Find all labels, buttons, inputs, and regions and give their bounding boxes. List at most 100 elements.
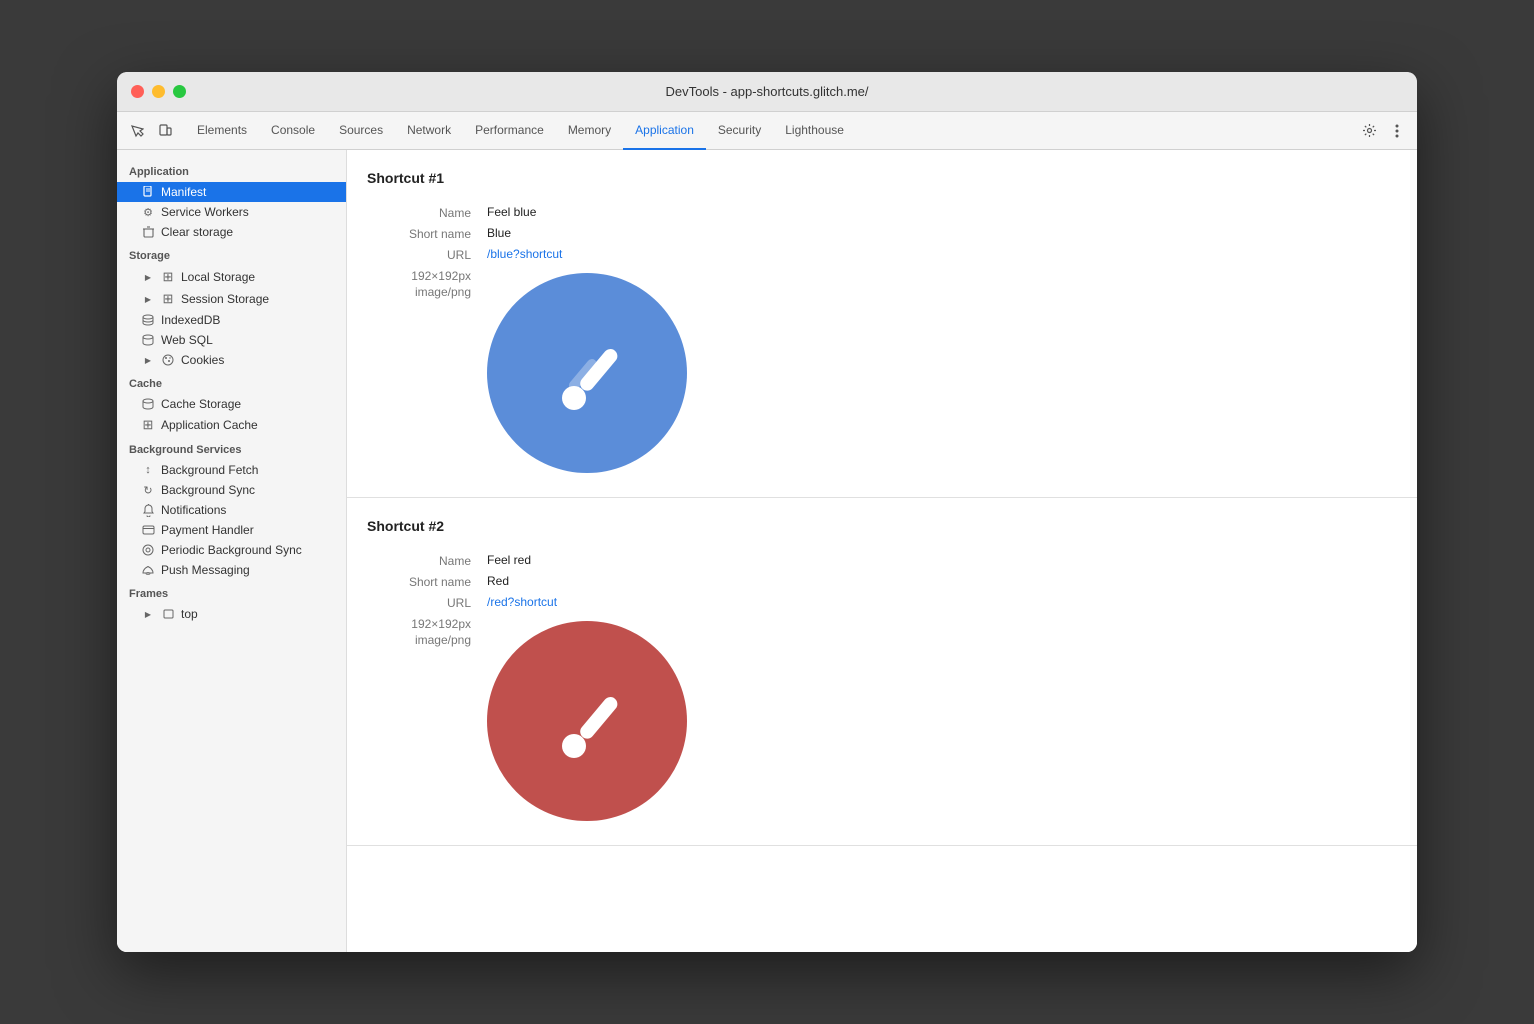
shortcut-2-title: Shortcut #2 bbox=[347, 518, 1417, 550]
shortcut-2-section: Shortcut #2 Name Feel red Short name Red… bbox=[347, 498, 1417, 846]
tab-sources[interactable]: Sources bbox=[327, 112, 395, 150]
sidebar-item-push-messaging[interactable]: Push Messaging bbox=[117, 560, 346, 580]
background-sync-icon: ↻ bbox=[141, 484, 155, 497]
cookies-icon bbox=[161, 354, 175, 366]
sidebar-item-background-sync[interactable]: ↻ Background Sync bbox=[117, 480, 346, 500]
notifications-icon bbox=[141, 504, 155, 517]
periodic-background-sync-icon bbox=[141, 544, 155, 556]
shortcut-1-shortname-row: Short name Blue bbox=[347, 223, 1417, 244]
payment-handler-label: Payment Handler bbox=[161, 523, 254, 537]
main-content: Application Manifest ⚙ Service Workers C… bbox=[117, 150, 1417, 952]
session-storage-icon: ⊞ bbox=[161, 291, 175, 307]
shortcut-2-name-row: Name Feel red bbox=[347, 550, 1417, 571]
frame-icon bbox=[161, 609, 175, 619]
local-storage-expand-icon: ▶ bbox=[141, 273, 155, 282]
application-cache-icon: ⊞ bbox=[141, 417, 155, 433]
tab-application[interactable]: Application bbox=[623, 112, 706, 150]
maximize-button[interactable] bbox=[173, 85, 186, 98]
indexeddb-label: IndexedDB bbox=[161, 313, 220, 327]
paintbrush-red-svg bbox=[542, 676, 632, 766]
cache-storage-label: Cache Storage bbox=[161, 397, 241, 411]
traffic-lights bbox=[131, 85, 186, 98]
sidebar: Application Manifest ⚙ Service Workers C… bbox=[117, 150, 347, 952]
top-frame-label: top bbox=[181, 607, 198, 621]
tab-bar: Elements Console Sources Network Perform… bbox=[185, 112, 1357, 150]
sidebar-item-session-storage[interactable]: ▶ ⊞ Session Storage bbox=[117, 288, 346, 310]
tab-lighthouse[interactable]: Lighthouse bbox=[773, 112, 856, 150]
sidebar-item-service-workers[interactable]: ⚙ Service Workers bbox=[117, 202, 346, 222]
sidebar-item-manifest[interactable]: Manifest bbox=[117, 182, 346, 202]
web-sql-icon bbox=[141, 334, 155, 346]
cache-storage-icon bbox=[141, 398, 155, 410]
tab-memory[interactable]: Memory bbox=[556, 112, 623, 150]
sidebar-item-cache-storage[interactable]: Cache Storage bbox=[117, 394, 346, 414]
sidebar-section-storage: Storage bbox=[117, 242, 346, 266]
title-bar: DevTools - app-shortcuts.glitch.me/ bbox=[117, 72, 1417, 112]
sidebar-item-web-sql[interactable]: Web SQL bbox=[117, 330, 346, 350]
shortcut-1-url-value[interactable]: /blue?shortcut bbox=[487, 247, 562, 261]
shortcut-2-url-label: URL bbox=[367, 595, 487, 610]
device-icon[interactable] bbox=[153, 119, 177, 143]
shortcut-1-shortname-label: Short name bbox=[367, 226, 487, 241]
shortcut-1-image bbox=[487, 273, 687, 473]
cursor-icon[interactable] bbox=[125, 119, 149, 143]
sidebar-item-local-storage[interactable]: ▶ ⊞ Local Storage bbox=[117, 266, 346, 288]
push-messaging-icon bbox=[141, 565, 155, 576]
sidebar-section-cache: Cache bbox=[117, 370, 346, 394]
indexeddb-icon bbox=[141, 314, 155, 326]
devtools-window: DevTools - app-shortcuts.glitch.me/ Elem… bbox=[117, 72, 1417, 952]
tab-security[interactable]: Security bbox=[706, 112, 773, 150]
manifest-icon bbox=[141, 186, 155, 199]
sidebar-item-top[interactable]: ▶ top bbox=[117, 604, 346, 624]
shortcut-1-image-container: 192×192px image/png bbox=[347, 265, 1417, 477]
shortcut-1-name-row: Name Feel blue bbox=[347, 202, 1417, 223]
sidebar-item-indexeddb[interactable]: IndexedDB bbox=[117, 310, 346, 330]
sidebar-section-background-services: Background Services bbox=[117, 436, 346, 460]
settings-icon[interactable] bbox=[1357, 119, 1381, 143]
service-workers-label: Service Workers bbox=[161, 205, 249, 219]
sidebar-item-periodic-background-sync[interactable]: Periodic Background Sync bbox=[117, 540, 346, 560]
sidebar-item-clear-storage[interactable]: Clear storage bbox=[117, 222, 346, 242]
window-title: DevTools - app-shortcuts.glitch.me/ bbox=[665, 84, 868, 99]
tab-console[interactable]: Console bbox=[259, 112, 327, 150]
shortcut-1-url-row: URL /blue?shortcut bbox=[347, 244, 1417, 265]
tab-network[interactable]: Network bbox=[395, 112, 463, 150]
toolbar-icons bbox=[125, 119, 177, 143]
shortcut-2-url-value[interactable]: /red?shortcut bbox=[487, 595, 557, 609]
close-button[interactable] bbox=[131, 85, 144, 98]
sidebar-item-cookies[interactable]: ▶ Cookies bbox=[117, 350, 346, 370]
shortcut-2-image-labels: 192×192px image/png bbox=[367, 617, 487, 647]
sidebar-item-application-cache[interactable]: ⊞ Application Cache bbox=[117, 414, 346, 436]
sidebar-item-notifications[interactable]: Notifications bbox=[117, 500, 346, 520]
frames-expand-icon: ▶ bbox=[141, 610, 155, 619]
shortcut-1-shortname-value: Blue bbox=[487, 226, 511, 240]
tab-performance[interactable]: Performance bbox=[463, 112, 556, 150]
background-fetch-label: Background Fetch bbox=[161, 463, 258, 477]
shortcut-2-image bbox=[487, 621, 687, 821]
background-fetch-icon: ↕ bbox=[141, 464, 155, 476]
local-storage-icon: ⊞ bbox=[161, 269, 175, 285]
minimize-button[interactable] bbox=[152, 85, 165, 98]
more-icon[interactable] bbox=[1385, 119, 1409, 143]
manifest-label: Manifest bbox=[161, 185, 206, 199]
web-sql-label: Web SQL bbox=[161, 333, 213, 347]
shortcut-2-name-value: Feel red bbox=[487, 553, 531, 567]
toolbar-right bbox=[1357, 119, 1409, 143]
tab-elements[interactable]: Elements bbox=[185, 112, 259, 150]
local-storage-label: Local Storage bbox=[181, 270, 255, 284]
shortcut-1-section: Shortcut #1 Name Feel blue Short name Bl… bbox=[347, 150, 1417, 498]
sidebar-section-frames: Frames bbox=[117, 580, 346, 604]
sidebar-item-background-fetch[interactable]: ↕ Background Fetch bbox=[117, 460, 346, 480]
shortcut-2-image-size: 192×192px bbox=[367, 617, 471, 631]
shortcut-1-blue-circle bbox=[487, 273, 687, 473]
shortcut-2-shortname-value: Red bbox=[487, 574, 509, 588]
cookies-label: Cookies bbox=[181, 353, 224, 367]
cookies-expand-icon: ▶ bbox=[141, 356, 155, 365]
content-panel: Shortcut #1 Name Feel blue Short name Bl… bbox=[347, 150, 1417, 952]
service-workers-icon: ⚙ bbox=[141, 206, 155, 219]
shortcut-2-url-row: URL /red?shortcut bbox=[347, 592, 1417, 613]
shortcut-2-image-container: 192×192px image/png bbox=[347, 613, 1417, 825]
clear-storage-label: Clear storage bbox=[161, 225, 233, 239]
shortcut-1-name-label: Name bbox=[367, 205, 487, 220]
sidebar-item-payment-handler[interactable]: Payment Handler bbox=[117, 520, 346, 540]
